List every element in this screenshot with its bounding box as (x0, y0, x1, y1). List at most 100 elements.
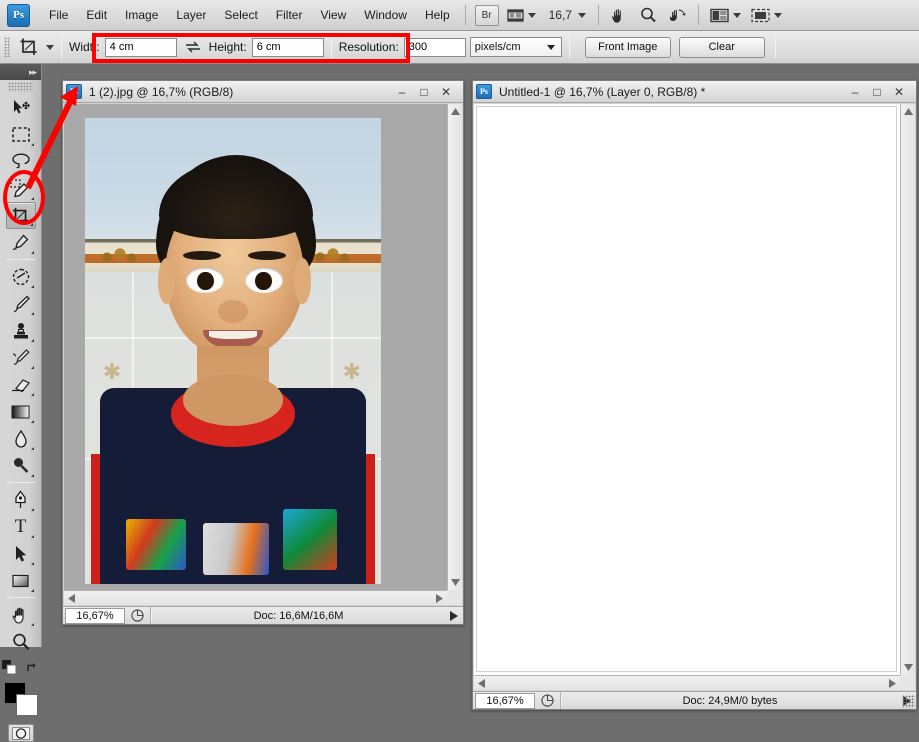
history-brush-tool[interactable] (6, 344, 36, 371)
tool-submenu-triangle-icon[interactable] (30, 143, 34, 146)
tool-submenu-triangle-icon[interactable] (30, 535, 34, 538)
crop-tool[interactable] (5, 202, 36, 229)
bridge-icon[interactable]: Br (474, 4, 499, 26)
hand-icon[interactable] (607, 4, 632, 26)
untitled-horizontal-scrollbar[interactable] (474, 675, 900, 690)
photo-zoom-level[interactable]: 16,67% (65, 607, 125, 624)
untitled-preview-menu-icon[interactable] (535, 692, 561, 709)
background-color-swatch[interactable] (15, 694, 38, 716)
untitled-canvas-area[interactable] (474, 104, 915, 690)
rotate-view-icon[interactable] (665, 4, 690, 26)
zoom-icon[interactable] (636, 4, 661, 26)
scroll-right-arrow-icon[interactable] (885, 676, 900, 690)
quick-mask-mode-icon[interactable] (7, 724, 34, 742)
brush-tool[interactable] (6, 290, 36, 317)
clear-button[interactable]: Clear (678, 36, 765, 58)
dodge-tool[interactable] (6, 452, 36, 479)
lasso-tool[interactable] (6, 148, 36, 175)
view-extras-chevron-down-icon[interactable] (527, 12, 536, 18)
untitled-zoom-level[interactable]: 16,67% (475, 692, 535, 709)
crop-tool-preset-chevron-down-icon[interactable] (46, 44, 54, 50)
front-image-button[interactable]: Front Image (584, 36, 671, 58)
eyedropper-tool[interactable] (6, 229, 36, 256)
blur-tool[interactable] (6, 425, 36, 452)
scroll-left-arrow-icon[interactable] (474, 676, 489, 690)
horizontal-type-tool[interactable]: T (6, 513, 36, 540)
rectangular-marquee-tool[interactable] (6, 121, 36, 148)
swap-width-height-icon[interactable] (185, 40, 201, 54)
close-button[interactable]: ✕ (435, 83, 457, 101)
gradient-tool[interactable] (6, 398, 36, 425)
document-titlebar[interactable]: Ps 1 (2).jpg @ 16,7% (RGB/8) – □ ✕ (63, 81, 463, 103)
tool-submenu-triangle-icon[interactable] (30, 623, 34, 626)
scroll-left-arrow-icon[interactable] (64, 591, 79, 605)
tool-submenu-triangle-icon[interactable] (30, 420, 34, 423)
menu-filter[interactable]: Filter (267, 4, 312, 26)
resolution-unit-chevron-down-icon[interactable] (546, 44, 555, 50)
tool-submenu-triangle-icon[interactable] (30, 285, 34, 288)
tool-submenu-triangle-icon[interactable] (30, 312, 34, 315)
menu-select[interactable]: Select (215, 4, 266, 26)
document-window-untitled[interactable]: Ps Untitled-1 @ 16,7% (Layer 0, RGB/8) *… (472, 80, 917, 710)
hand-tool[interactable] (6, 601, 36, 628)
tool-submenu-triangle-icon[interactable] (30, 508, 34, 511)
minimize-button[interactable]: – (844, 83, 866, 101)
menu-edit[interactable]: Edit (77, 4, 116, 26)
close-button[interactable]: ✕ (888, 83, 910, 101)
tool-submenu-triangle-icon[interactable] (29, 223, 33, 226)
tool-submenu-triangle-icon[interactable] (30, 589, 34, 592)
options-bar-grip[interactable] (4, 37, 10, 57)
scroll-down-arrow-icon[interactable] (448, 575, 462, 590)
tool-submenu-triangle-icon[interactable] (30, 339, 34, 342)
zoom-level-chevron-down-icon[interactable] (577, 12, 586, 18)
swap-colors-icon[interactable] (26, 661, 40, 678)
arrange-documents-icon[interactable] (748, 6, 785, 25)
arrange-documents-chevron-down-icon[interactable] (773, 12, 782, 18)
spot-healing-brush-tool[interactable] (6, 263, 36, 290)
untitled-vertical-scrollbar[interactable] (900, 104, 915, 675)
photo-vertical-scrollbar[interactable] (447, 104, 462, 590)
photo-horizontal-scrollbar[interactable] (64, 590, 447, 605)
tool-submenu-triangle-icon[interactable] (30, 562, 34, 565)
menu-help[interactable]: Help (416, 4, 459, 26)
photo-preview-menu-icon[interactable] (125, 607, 151, 624)
menu-view[interactable]: View (311, 4, 355, 26)
menu-image[interactable]: Image (116, 4, 167, 26)
menu-layer[interactable]: Layer (167, 4, 215, 26)
crop-tool-icon[interactable] (18, 36, 40, 58)
crop-resolution-input[interactable] (403, 37, 466, 57)
screen-mode-chevron-down-icon[interactable] (732, 12, 741, 18)
tool-submenu-triangle-icon[interactable] (30, 447, 34, 450)
tool-submenu-triangle-icon[interactable] (30, 197, 34, 200)
pen-tool[interactable] (6, 486, 36, 513)
untitled-resize-grip[interactable] (902, 695, 915, 708)
zoom-tool[interactable] (6, 628, 36, 655)
crop-width-input[interactable] (104, 37, 177, 57)
quick-selection-tool[interactable] (6, 175, 36, 202)
tools-panel-header[interactable]: ▸▸ (0, 64, 41, 80)
view-extras-icon[interactable] (504, 6, 539, 25)
document-titlebar[interactable]: Ps Untitled-1 @ 16,7% (Layer 0, RGB/8) *… (473, 81, 916, 103)
tool-submenu-triangle-icon[interactable] (30, 366, 34, 369)
scroll-down-arrow-icon[interactable] (901, 660, 915, 675)
photo-status-expand-icon[interactable] (445, 610, 463, 621)
scroll-up-arrow-icon[interactable] (448, 104, 462, 119)
tool-submenu-triangle-icon[interactable] (30, 251, 34, 254)
rectangle-tool[interactable] (6, 567, 36, 594)
scroll-up-arrow-icon[interactable] (901, 104, 915, 119)
maximize-button[interactable]: □ (413, 83, 435, 101)
resolution-unit-select[interactable]: pixels/cm (469, 37, 562, 57)
move-tool[interactable] (6, 94, 36, 121)
minimize-button[interactable]: – (391, 83, 413, 101)
clone-stamp-tool[interactable] (6, 317, 36, 344)
menu-window[interactable]: Window (355, 4, 416, 26)
tool-submenu-triangle-icon[interactable] (30, 393, 34, 396)
default-colors-icon[interactable] (1, 660, 17, 678)
crop-height-input[interactable] (251, 37, 324, 57)
maximize-button[interactable]: □ (866, 83, 888, 101)
menu-file[interactable]: File (40, 4, 77, 26)
eraser-tool[interactable] (6, 371, 36, 398)
tool-submenu-triangle-icon[interactable] (30, 170, 34, 173)
tools-panel-drag-handle[interactable] (8, 82, 33, 92)
scroll-right-arrow-icon[interactable] (432, 591, 447, 605)
